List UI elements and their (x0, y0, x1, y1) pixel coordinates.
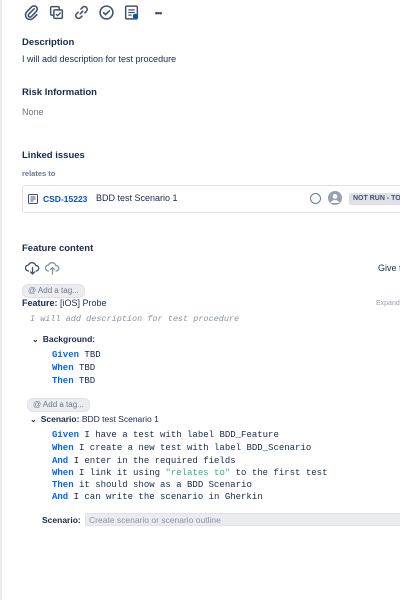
new-scenario-label: Scenario: (42, 515, 81, 525)
background-label: Background: (42, 334, 96, 344)
relation-label: relates to (22, 169, 56, 178)
more-actions-button[interactable]: ••• (147, 3, 169, 22)
feature-tag-input[interactable]: @ Add a tag... (22, 284, 85, 298)
scenario-step[interactable]: When I create a new test with label BDD_… (52, 443, 311, 453)
chevron-down-icon: ⌄ (30, 414, 37, 424)
feature-keyword: Feature: (22, 298, 58, 308)
linked-issue-row[interactable]: CSD-15223 BDD test Scenario 1 NOT RUN - … (22, 185, 400, 213)
check-circle-icon (99, 5, 114, 20)
risk-heading: Risk Information (22, 87, 97, 98)
linked-issue-key[interactable]: CSD-15223 (43, 194, 87, 204)
document-button[interactable] (122, 3, 141, 22)
scenario-step[interactable]: Then it should show as a BDD Scenario (52, 480, 252, 490)
feature-name[interactable]: [iOS] Probe (58, 298, 107, 308)
cloud-upload-icon[interactable] (45, 262, 60, 275)
issue-detail-panel: ••• Description I will add description f… (0, 0, 400, 600)
link-issue-button[interactable] (72, 3, 91, 22)
background-step[interactable]: Then TBD (52, 376, 95, 386)
subtask-icon (49, 5, 64, 20)
scenario-tag-input[interactable]: @ Add a tag... (27, 398, 90, 412)
create-subtask-button[interactable] (47, 3, 66, 22)
paperclip-icon (24, 5, 38, 21)
scenario-name[interactable]: BDD test Scenario 1 (79, 414, 159, 424)
scenario-step[interactable]: Given I have a test with label BDD_Featu… (52, 430, 279, 440)
feature-description[interactable]: I will add description for test procedur… (30, 314, 239, 324)
test-issue-type-icon (28, 194, 38, 204)
give-feedback-link[interactable]: Give f (378, 263, 400, 273)
avatar (328, 191, 342, 205)
status-badge: NOT RUN - TO (349, 193, 400, 205)
resolve-button[interactable] (97, 3, 116, 22)
linked-issue-summary[interactable]: BDD test Scenario 1 (96, 193, 178, 203)
risk-value[interactable]: None (22, 107, 44, 117)
linked-issues-heading: Linked issues (22, 150, 85, 161)
panel-border (0, 0, 2, 600)
attach-button[interactable] (22, 3, 41, 22)
scenario-step[interactable]: And I can write the scenario in Gherkin (52, 492, 263, 502)
background-header[interactable]: ⌄ Background: (32, 334, 95, 344)
chevron-down-icon: ⌄ (32, 334, 39, 344)
description-text[interactable]: I will add description for test procedur… (22, 54, 176, 64)
document-icon (124, 5, 139, 20)
scenario-step[interactable]: When I link it using "relates to" to the… (52, 468, 327, 478)
priority-icon (310, 193, 321, 204)
user-icon (328, 191, 342, 205)
cloud-download-icon[interactable] (25, 262, 40, 275)
issue-toolbar: ••• (22, 3, 169, 22)
more-icon: ••• (154, 7, 163, 18)
expand-link[interactable]: Expand (376, 300, 400, 307)
new-scenario-input[interactable]: Create scenario or scenario outline (85, 513, 400, 526)
description-heading: Description (22, 37, 75, 48)
link-icon (75, 5, 88, 20)
scenario-step[interactable]: And I enter in the required fields (52, 456, 236, 466)
feature-header: Feature: [iOS] Probe (22, 298, 107, 308)
feature-content-heading: Feature content (22, 243, 94, 254)
scenario-label: Scenario: (40, 414, 80, 424)
background-step[interactable]: Given TBD (52, 350, 101, 360)
background-step[interactable]: When TBD (52, 363, 95, 373)
scenario-header[interactable]: ⌄ Scenario: BDD test Scenario 1 (30, 414, 159, 424)
